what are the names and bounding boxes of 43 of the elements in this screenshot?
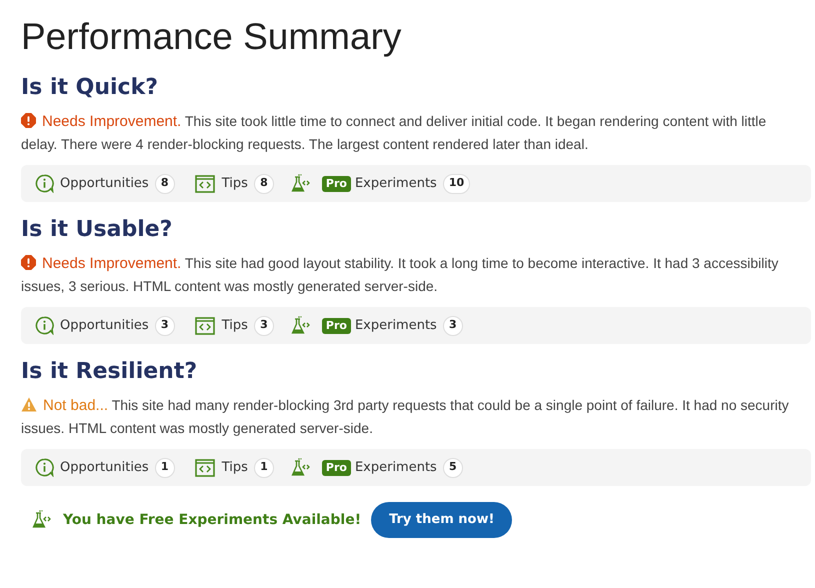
opportunities-link[interactable]: Opportunities xyxy=(60,174,149,194)
experiments-link[interactable]: Experiments xyxy=(354,174,437,194)
section-summary: Needs Improvement. This site took little time to connect and deliver initial code. It began rendering content with little delay. There were 4 render-blocking requests. The largest content rendered later than ideal. xyxy=(21,112,768,154)
info-bubble-icon xyxy=(35,316,54,335)
flask-icon xyxy=(31,510,51,530)
alert-octagon-icon xyxy=(21,255,36,270)
page-title: Performance Summary xyxy=(21,15,402,59)
count-badge: 3 xyxy=(154,316,175,336)
section-heading: Is it Quick? xyxy=(21,74,159,102)
count-badge: 3 xyxy=(442,316,463,336)
tips-link[interactable]: Tips xyxy=(222,316,248,336)
section-summary: Not bad... This site had many render-blocking 3rd party requests that could be a single point of failure. It had no security issues. HTML content was mostly generated server-side. xyxy=(21,396,790,438)
flask-icon xyxy=(290,458,310,478)
count-badge: 5 xyxy=(442,458,463,478)
count-badge: 1 xyxy=(154,458,175,478)
flask-icon xyxy=(290,316,310,336)
count-badge: 8 xyxy=(154,174,175,194)
count-badge: 1 xyxy=(254,458,274,478)
code-window-icon xyxy=(194,316,216,335)
section-heading: Is it Usable? xyxy=(21,216,174,244)
pro-badge: Pro xyxy=(322,460,351,476)
experiments-link[interactable]: Experiments xyxy=(354,458,437,478)
opportunities-link[interactable]: Opportunities xyxy=(60,458,149,478)
warning-icon xyxy=(21,397,37,412)
pro-badge: Pro xyxy=(322,318,351,334)
count-badge: 8 xyxy=(254,174,274,194)
code-window-icon xyxy=(194,458,216,477)
pro-badge: Pro xyxy=(322,176,351,192)
info-bubble-icon xyxy=(35,174,54,193)
count-badge: 10 xyxy=(442,174,470,194)
section-summary: Needs Improvement. This site had good layout stability. It took a long time to become interactive. It had 3 accessibility issues, 3 serious. HTML content was mostly generated server-side. xyxy=(21,254,780,296)
flask-icon xyxy=(290,174,310,194)
alert-octagon-icon xyxy=(21,113,36,128)
try-now-button[interactable]: Try them now! xyxy=(371,502,512,538)
count-badge: 3 xyxy=(254,316,274,336)
section-heading: Is it Resilient? xyxy=(21,358,198,386)
info-bubble-icon xyxy=(35,458,54,477)
code-window-icon xyxy=(194,174,216,193)
opportunities-link[interactable]: Opportunities xyxy=(60,316,149,336)
tips-link[interactable]: Tips xyxy=(222,174,248,194)
experiments-link[interactable]: Experiments xyxy=(354,316,437,336)
tips-link[interactable]: Tips xyxy=(222,458,248,478)
promo-text: You have Free Experiments Available! xyxy=(63,510,362,530)
